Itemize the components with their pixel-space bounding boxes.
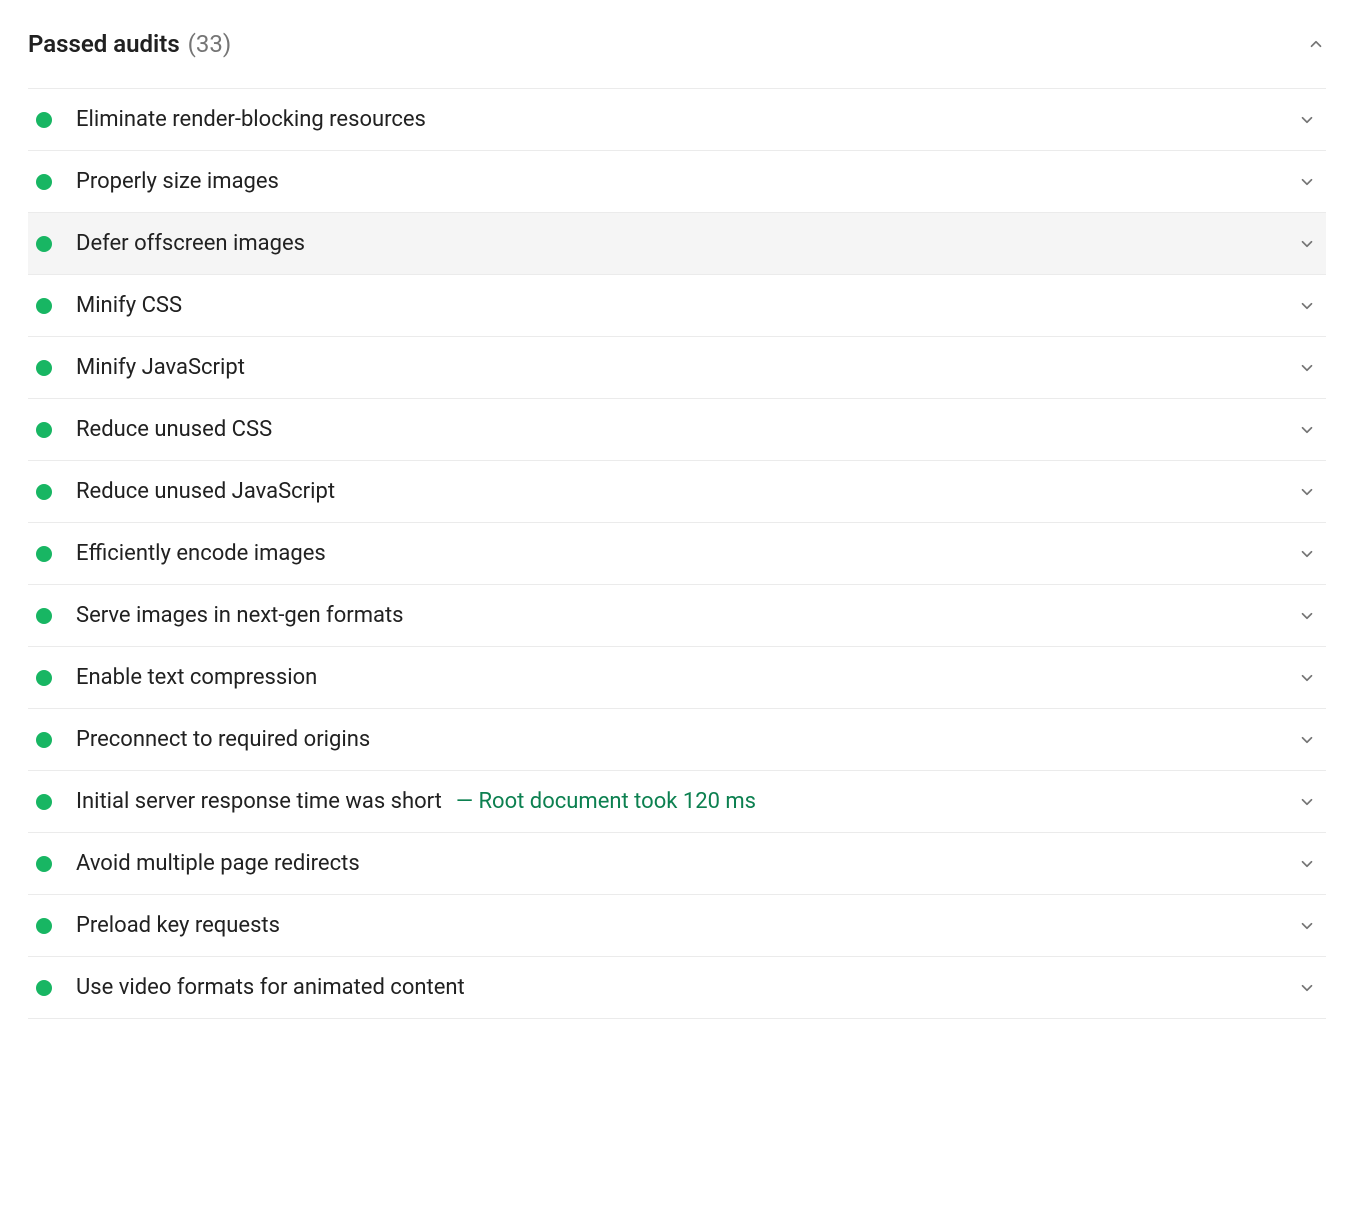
chevron-down-icon bbox=[1298, 235, 1316, 253]
audit-list: Eliminate render-blocking resources Prope… bbox=[28, 89, 1326, 1019]
chevron-down-icon bbox=[1298, 793, 1316, 811]
pass-status-icon bbox=[36, 670, 52, 686]
pass-status-icon bbox=[36, 918, 52, 934]
chevron-down-icon bbox=[1298, 421, 1316, 439]
chevron-down-icon bbox=[1298, 173, 1316, 191]
audit-detail: — Root document took 120 ms bbox=[456, 789, 756, 814]
chevron-down-icon bbox=[1298, 297, 1316, 315]
pass-status-icon bbox=[36, 484, 52, 500]
audit-row[interactable]: Efficiently encode images bbox=[28, 523, 1326, 585]
chevron-down-icon bbox=[1298, 979, 1316, 997]
passed-audits-header[interactable]: Passed audits (33) bbox=[28, 20, 1326, 89]
audit-label: Avoid multiple page redirects bbox=[76, 851, 360, 876]
chevron-down-icon bbox=[1298, 111, 1316, 129]
audit-row[interactable]: Use video formats for animated content bbox=[28, 957, 1326, 1019]
audit-label: Eliminate render-blocking resources bbox=[76, 107, 426, 132]
chevron-down-icon bbox=[1298, 669, 1316, 687]
pass-status-icon bbox=[36, 732, 52, 748]
pass-status-icon bbox=[36, 422, 52, 438]
audit-row[interactable]: Properly size images bbox=[28, 151, 1326, 213]
audit-row[interactable]: Avoid multiple page redirects bbox=[28, 833, 1326, 895]
audit-label: Minify CSS bbox=[76, 293, 182, 318]
chevron-up-icon bbox=[1306, 34, 1326, 54]
pass-status-icon bbox=[36, 112, 52, 128]
pass-status-icon bbox=[36, 360, 52, 376]
audit-label: Reduce unused JavaScript bbox=[76, 479, 335, 504]
audit-row[interactable]: Preload key requests bbox=[28, 895, 1326, 957]
audit-label: Initial server response time was short bbox=[76, 789, 442, 814]
pass-status-icon bbox=[36, 794, 52, 810]
audit-label: Reduce unused CSS bbox=[76, 417, 272, 442]
audit-row[interactable]: Eliminate render-blocking resources bbox=[28, 89, 1326, 151]
section-count: (33) bbox=[188, 30, 232, 58]
pass-status-icon bbox=[36, 980, 52, 996]
chevron-down-icon bbox=[1298, 917, 1316, 935]
pass-status-icon bbox=[36, 174, 52, 190]
audit-label: Preconnect to required origins bbox=[76, 727, 370, 752]
audit-label: Use video formats for animated content bbox=[76, 975, 465, 1000]
audit-label: Enable text compression bbox=[76, 665, 317, 690]
audit-label: Defer offscreen images bbox=[76, 231, 305, 256]
audit-row[interactable]: Initial server response time was short — … bbox=[28, 771, 1326, 833]
audit-label: Serve images in next-gen formats bbox=[76, 603, 404, 628]
audit-label: Minify JavaScript bbox=[76, 355, 245, 380]
audit-label: Preload key requests bbox=[76, 913, 280, 938]
pass-status-icon bbox=[36, 546, 52, 562]
audit-label: Properly size images bbox=[76, 169, 279, 194]
pass-status-icon bbox=[36, 298, 52, 314]
audit-row[interactable]: Enable text compression bbox=[28, 647, 1326, 709]
chevron-down-icon bbox=[1298, 855, 1316, 873]
section-title: Passed audits bbox=[28, 30, 180, 58]
chevron-down-icon bbox=[1298, 731, 1316, 749]
pass-status-icon bbox=[36, 856, 52, 872]
audit-row[interactable]: Preconnect to required origins bbox=[28, 709, 1326, 771]
audit-label: Efficiently encode images bbox=[76, 541, 326, 566]
chevron-down-icon bbox=[1298, 607, 1316, 625]
pass-status-icon bbox=[36, 236, 52, 252]
audit-row[interactable]: Reduce unused CSS bbox=[28, 399, 1326, 461]
chevron-down-icon bbox=[1298, 545, 1316, 563]
chevron-down-icon bbox=[1298, 483, 1316, 501]
audit-row[interactable]: Defer offscreen images bbox=[28, 213, 1326, 275]
audit-row[interactable]: Serve images in next-gen formats bbox=[28, 585, 1326, 647]
audit-row[interactable]: Minify JavaScript bbox=[28, 337, 1326, 399]
chevron-down-icon bbox=[1298, 359, 1316, 377]
audit-row[interactable]: Reduce unused JavaScript bbox=[28, 461, 1326, 523]
pass-status-icon bbox=[36, 608, 52, 624]
audit-row[interactable]: Minify CSS bbox=[28, 275, 1326, 337]
